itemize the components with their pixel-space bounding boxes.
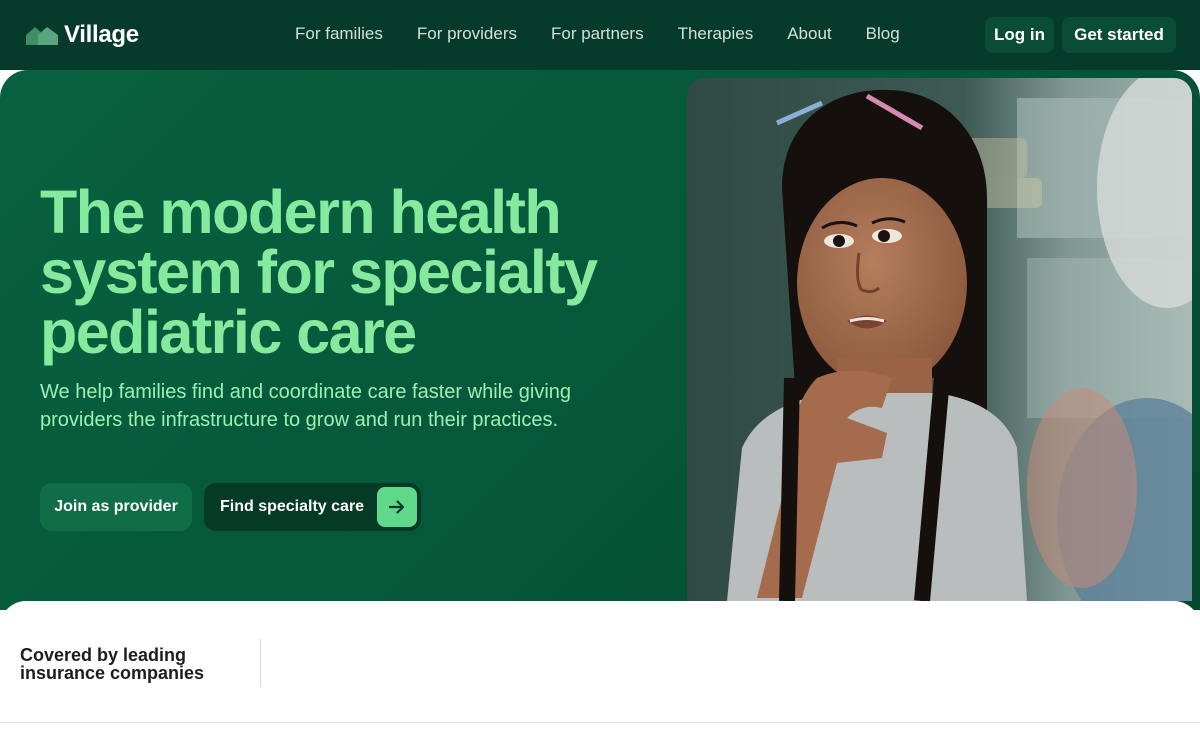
insurance-section: Covered by leading insurance companies bbox=[0, 601, 1200, 723]
nav-link-therapies[interactable]: Therapies bbox=[678, 24, 754, 44]
top-navigation: Village For families For providers For p… bbox=[0, 0, 1200, 70]
find-specialty-care-label: Find specialty care bbox=[220, 498, 365, 515]
hero-subtitle: We help families find and coordinate car… bbox=[40, 381, 572, 431]
insurance-label: Covered by leading insurance companies bbox=[20, 645, 205, 683]
brand-name: Village bbox=[64, 21, 139, 48]
primary-nav: For families For providers For partners … bbox=[295, 24, 934, 44]
login-button[interactable]: Log in bbox=[985, 17, 1054, 53]
find-specialty-care-button[interactable]: Find specialty care bbox=[204, 483, 421, 531]
nav-link-families[interactable]: For families bbox=[295, 24, 383, 44]
nav-link-providers[interactable]: For providers bbox=[417, 24, 517, 44]
join-as-provider-button[interactable]: Join as provider bbox=[40, 483, 192, 531]
brand-logo[interactable]: Village bbox=[24, 20, 139, 50]
nav-link-partners[interactable]: For partners bbox=[551, 24, 644, 44]
get-started-button[interactable]: Get started bbox=[1062, 17, 1176, 53]
nav-link-blog[interactable]: Blog bbox=[866, 24, 900, 44]
join-as-provider-label: Join as provider bbox=[54, 498, 178, 515]
arrow-right-icon bbox=[377, 487, 417, 527]
nav-link-about[interactable]: About bbox=[787, 24, 831, 44]
hero-photo bbox=[687, 78, 1192, 601]
insurance-divider bbox=[260, 639, 261, 687]
hero-title: The modern health system for specialty p… bbox=[40, 178, 598, 366]
house-logo-icon bbox=[26, 27, 58, 45]
